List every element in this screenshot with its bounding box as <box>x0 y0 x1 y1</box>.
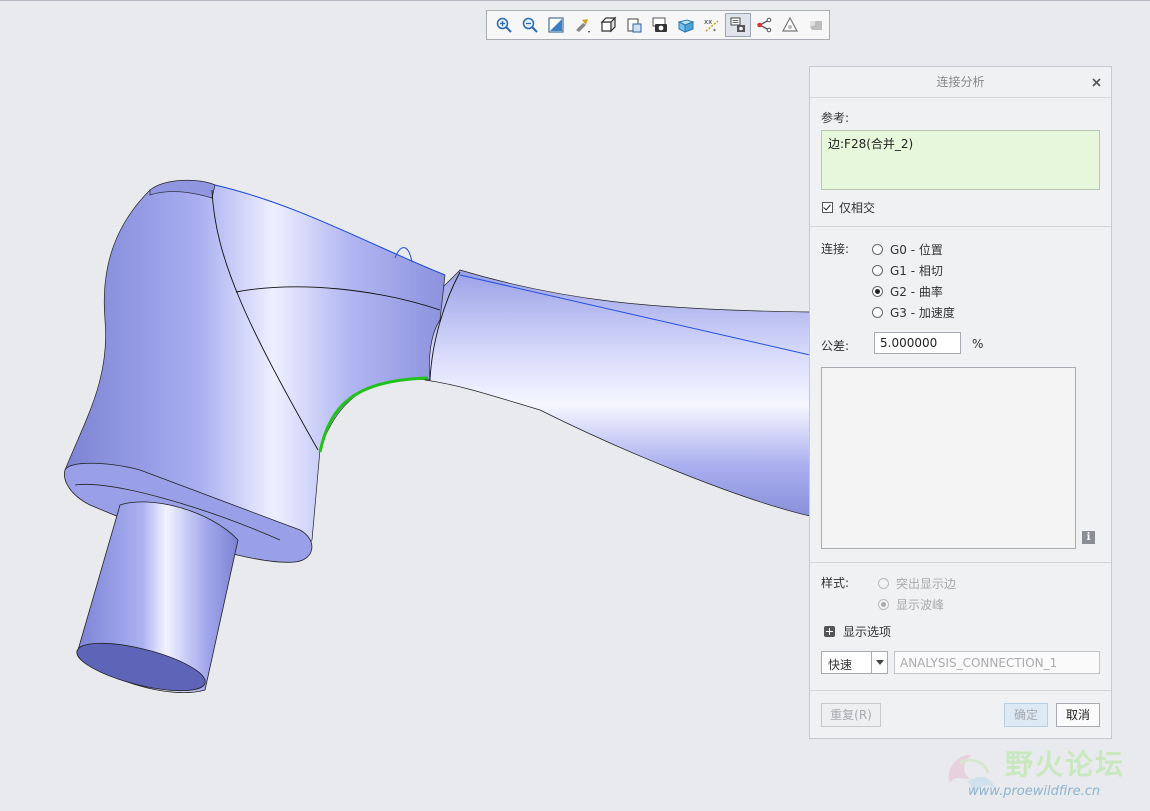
view-manager-button[interactable] <box>647 13 673 37</box>
radio-highlight-edge: 突出显示边 <box>878 575 956 592</box>
radio-g0-button[interactable] <box>872 244 883 255</box>
radio-g3-button[interactable] <box>872 307 883 318</box>
radio-g0-label: G0 - 位置 <box>890 243 943 257</box>
style-label: 样式: <box>821 576 850 590</box>
svg-text:*: * <box>713 28 716 34</box>
dialog-title: 连接分析 <box>936 75 985 89</box>
radio-g1-label: G1 - 相切 <box>890 264 943 278</box>
perspective-button[interactable] <box>673 13 699 37</box>
results-area <box>821 367 1076 549</box>
radio-show-peaks-button <box>878 599 889 610</box>
appearance-icon <box>810 21 822 30</box>
radio-show-peaks: 显示波峰 <box>878 596 944 613</box>
close-icon <box>1091 77 1101 87</box>
intersect-only-checkbox-row[interactable]: 仅相交 <box>822 199 875 216</box>
model-viewport[interactable] <box>0 41 811 808</box>
refit-icon <box>548 17 564 33</box>
spin-center-icon <box>757 17 772 33</box>
info-icon[interactable]: i <box>1082 531 1095 544</box>
display-style-icon <box>600 16 617 33</box>
repeat-button[interactable]: 重复(R) <box>821 703 881 727</box>
radio-g3-label: G3 - 加速度 <box>890 306 955 320</box>
display-options-expander[interactable]: 显示选项 <box>824 623 891 640</box>
repaint-button[interactable] <box>777 13 803 37</box>
datum-display-button[interactable]: xx * <box>699 13 725 37</box>
watermark-title: 野火论坛 <box>1005 748 1126 781</box>
analysis-name-input[interactable]: ANALYSIS_CONNECTION_1 <box>894 651 1100 674</box>
reference-value: 边:F28(合并_2) <box>828 137 914 151</box>
annotation-display-button[interactable] <box>725 13 751 37</box>
radio-show-peaks-label: 显示波峰 <box>896 598 945 612</box>
radio-g1[interactable]: G1 - 相切 <box>872 262 943 279</box>
divider <box>810 562 1111 563</box>
intersect-only-checkbox[interactable] <box>822 202 833 213</box>
connection-label: 连接: <box>821 242 850 256</box>
radio-highlight-edge-label: 突出显示边 <box>896 577 957 591</box>
cancel-button[interactable]: 取消 <box>1056 703 1100 727</box>
window-top-border <box>0 0 1150 1</box>
reference-collector[interactable]: 边:F28(合并_2) <box>821 130 1100 190</box>
radio-g3[interactable]: G3 - 加速度 <box>872 304 955 321</box>
mode-dropdown-value: 快速 <box>828 658 853 672</box>
saved-views-button[interactable] <box>621 13 647 37</box>
connection-analysis-dialog: 连接分析 参考: 边:F28(合并_2) 仅相交 连接: G0 - 位置 G1 … <box>809 66 1112 739</box>
forum-watermark: 野火论坛 www.proewildfire.cn <box>940 740 1150 808</box>
zoom-out-icon <box>522 17 538 33</box>
expand-plus-icon <box>824 626 835 637</box>
intersect-only-label: 仅相交 <box>839 201 876 215</box>
spin-center-button[interactable] <box>751 13 777 37</box>
close-button[interactable] <box>1089 67 1103 97</box>
radio-g2-label: G2 - 曲率 <box>890 285 943 299</box>
saved-views-icon <box>627 18 642 33</box>
mode-dropdown[interactable]: 快速 <box>821 651 888 674</box>
perspective-icon <box>677 19 695 33</box>
view-manager-icon <box>652 17 667 32</box>
radio-g0[interactable]: G0 - 位置 <box>872 241 943 258</box>
zoom-out-button[interactable] <box>517 13 543 37</box>
tolerance-label: 公差: <box>821 339 850 353</box>
svg-text:xx: xx <box>704 18 712 26</box>
reorient-button[interactable] <box>569 13 595 37</box>
tolerance-unit: % <box>972 337 984 351</box>
watermark-url: www.proewildfire.cn <box>968 784 1101 799</box>
radio-g1-button[interactable] <box>872 265 883 276</box>
divider <box>810 690 1111 691</box>
display-options-label: 显示选项 <box>843 625 892 639</box>
radio-g2[interactable]: G2 - 曲率 <box>872 283 943 300</box>
zoom-in-icon <box>496 17 512 33</box>
refit-button[interactable] <box>543 13 569 37</box>
dialog-title-bar: 连接分析 <box>810 67 1111 98</box>
ok-button[interactable]: 确定 <box>1004 703 1048 727</box>
repaint-icon <box>781 16 799 32</box>
reference-label: 参考: <box>821 111 850 125</box>
datum-display-icon: xx* <box>704 18 719 34</box>
tolerance-input[interactable]: 5.000000 <box>874 332 961 354</box>
zoom-in-button[interactable] <box>491 13 517 37</box>
graphics-toolbar: xx * <box>486 10 830 40</box>
divider <box>810 226 1111 227</box>
reorient-icon <box>576 19 590 33</box>
radio-g2-button[interactable] <box>872 286 883 297</box>
appearance-button[interactable] <box>803 13 829 37</box>
chevron-down-icon[interactable] <box>871 652 887 673</box>
model-render <box>63 179 811 693</box>
annotation-display-icon <box>730 17 745 32</box>
display-style-button[interactable] <box>595 13 621 37</box>
radio-highlight-edge-button <box>878 578 889 589</box>
